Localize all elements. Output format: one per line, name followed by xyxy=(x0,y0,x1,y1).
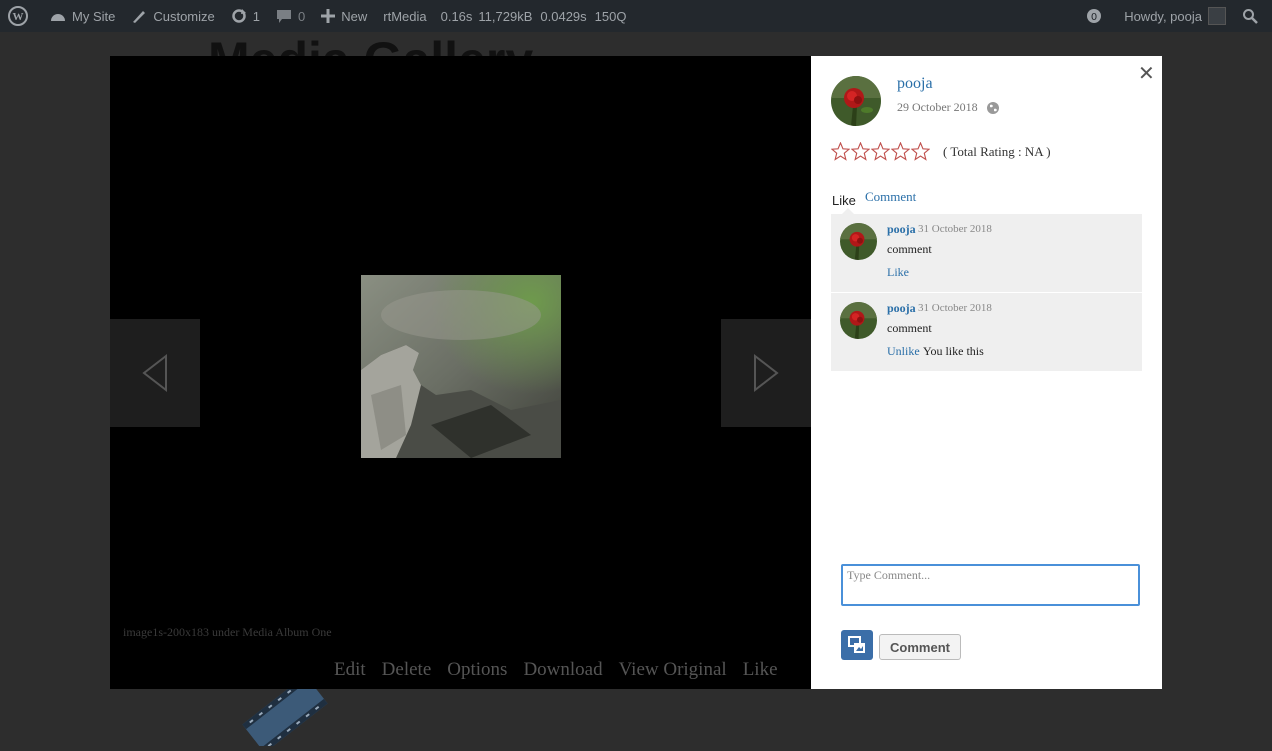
comments-count: 0 xyxy=(298,8,306,24)
view-original-action[interactable]: View Original xyxy=(619,659,727,681)
close-icon: ✕ xyxy=(1138,61,1155,85)
media-viewer: image1s-200x183 under Media Album One Ed… xyxy=(110,56,811,689)
comment-text: comment xyxy=(887,321,932,335)
updates-count: 1 xyxy=(252,8,260,24)
rose-avatar-image xyxy=(831,76,881,126)
wordpress-icon: W xyxy=(8,6,28,26)
debug-memory: 11,729kB xyxy=(474,0,536,32)
commenter-avatar[interactable] xyxy=(840,302,877,339)
debug-time-value: 0.16s xyxy=(440,8,473,24)
close-button[interactable]: ✕ xyxy=(1138,61,1155,85)
rtmedia-link[interactable]: rtMedia xyxy=(375,0,434,32)
dashboard-icon xyxy=(51,14,65,21)
previous-media-button[interactable] xyxy=(110,319,200,427)
star-icon[interactable] xyxy=(891,142,910,161)
commenter-name-link[interactable]: pooja xyxy=(887,301,916,316)
plus-icon xyxy=(321,9,336,23)
updates-icon xyxy=(232,9,246,23)
rock-photo xyxy=(361,275,561,458)
comments-link[interactable]: 0 xyxy=(268,0,313,32)
star-icon[interactable] xyxy=(911,142,930,161)
user-avatar xyxy=(1208,7,1226,25)
my-site-link[interactable]: My Site xyxy=(42,0,123,32)
rtmedia-label: rtMedia xyxy=(383,8,427,24)
tab-comment[interactable]: Comment xyxy=(865,189,916,205)
download-action[interactable]: Download xyxy=(523,659,602,681)
rating-stars[interactable] xyxy=(831,142,931,161)
comment-list: pooja 31 October 2018 comment Like pooja… xyxy=(831,214,1142,371)
media-date: 29 October 2018 xyxy=(897,100,1000,115)
debug-queries: 150Q xyxy=(591,0,631,32)
comment-input[interactable] xyxy=(841,564,1140,606)
media-actions: Edit Delete Options Download View Origin… xyxy=(334,659,794,681)
chevron-right-icon xyxy=(754,353,779,393)
debug-query-time-value: 0.0429s xyxy=(540,8,587,24)
comment-like-link[interactable]: Like xyxy=(887,265,909,280)
options-action[interactable]: Options xyxy=(447,659,507,681)
debug-query-time: 0.0429s xyxy=(536,0,590,32)
attach-media-icon xyxy=(848,636,865,653)
comment-text: comment xyxy=(887,242,932,256)
chevron-left-icon xyxy=(142,353,167,393)
howdy-label: Howdy, pooja xyxy=(1124,8,1202,24)
star-icon[interactable] xyxy=(871,142,890,161)
delete-action[interactable]: Delete xyxy=(382,659,432,681)
next-media-button[interactable] xyxy=(721,319,811,427)
updates-link[interactable]: 1 xyxy=(223,0,268,32)
svg-text:0: 0 xyxy=(1091,12,1097,23)
author-avatar[interactable] xyxy=(831,76,881,126)
globe-icon xyxy=(986,101,999,114)
debug-queries-value: 150Q xyxy=(594,8,627,24)
search-button[interactable] xyxy=(1234,0,1272,32)
edit-action[interactable]: Edit xyxy=(334,659,366,681)
notifications-link[interactable]: 0 xyxy=(1078,0,1116,32)
debug-time: 0.16s xyxy=(435,0,475,32)
comment-date: 31 October 2018 xyxy=(918,223,992,235)
author-name-link[interactable]: pooja xyxy=(897,75,933,93)
media-sidebar: ✕ pooja 29 October 2018 ( Total Rating :… xyxy=(811,56,1162,689)
attach-media-button[interactable] xyxy=(841,630,873,660)
submit-comment-button[interactable]: Comment xyxy=(879,634,961,660)
media-caption: image1s-200x183 under Media Album One xyxy=(123,625,332,639)
comment-item: pooja 31 October 2018 comment Unlike You… xyxy=(831,293,1142,371)
customize-link[interactable]: Customize xyxy=(123,0,222,32)
notification-badge-icon: 0 xyxy=(1087,9,1102,23)
page-title: Media Gallery xyxy=(208,32,533,56)
rose-avatar-image xyxy=(840,223,877,260)
commenter-avatar[interactable] xyxy=(840,223,877,260)
new-label: New xyxy=(341,8,368,24)
customize-label: Customize xyxy=(153,8,215,24)
like-status: You like this xyxy=(923,344,984,358)
comment-date: 31 October 2018 xyxy=(918,302,992,314)
account-menu[interactable]: Howdy, pooja xyxy=(1116,0,1234,32)
new-content-link[interactable]: New xyxy=(313,0,375,32)
comment-bubble-icon xyxy=(277,9,291,23)
like-action[interactable]: Like xyxy=(743,659,778,681)
my-site-label: My Site xyxy=(72,8,116,24)
wordpress-logo[interactable]: W xyxy=(0,0,42,32)
svg-text:W: W xyxy=(13,11,24,23)
star-icon[interactable] xyxy=(851,142,870,161)
media-image[interactable] xyxy=(361,275,561,458)
commenter-name-link[interactable]: pooja xyxy=(887,222,916,237)
search-icon xyxy=(1243,9,1258,24)
media-date-text: 29 October 2018 xyxy=(897,100,978,114)
media-lightbox: image1s-200x183 under Media Album One Ed… xyxy=(110,56,1162,689)
total-rating: ( Total Rating : NA ) xyxy=(943,144,1051,159)
film-strip-icon xyxy=(242,675,328,751)
brush-icon xyxy=(133,11,146,23)
tab-like[interactable]: Like xyxy=(832,193,856,208)
debug-memory-value: 11,729kB xyxy=(478,8,533,24)
star-icon[interactable] xyxy=(831,142,850,161)
rose-avatar-image xyxy=(840,302,877,339)
video-thumbnail[interactable] xyxy=(240,675,330,751)
admin-bar: W My Site Customize 1 0 New rtMedia 0.16… xyxy=(0,0,1272,32)
comment-unlike-link[interactable]: Unlike xyxy=(887,344,920,359)
comment-item: pooja 31 October 2018 comment Like xyxy=(831,214,1142,293)
